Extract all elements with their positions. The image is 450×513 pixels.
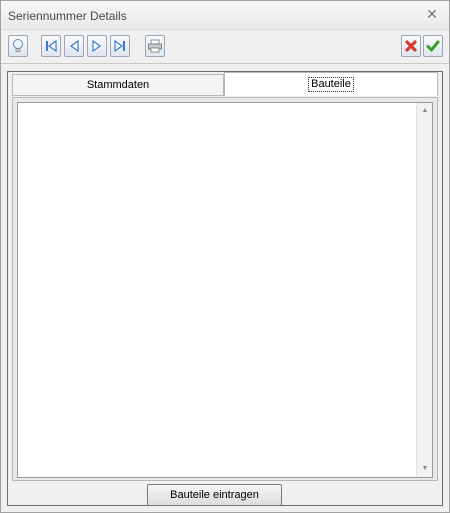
bauteile-eintragen-label: Bauteile eintragen: [170, 489, 259, 501]
hint-button[interactable]: [8, 35, 28, 57]
vertical-scrollbar[interactable]: ▲ ▼: [416, 103, 432, 477]
previous-record-icon: [69, 39, 79, 53]
title-bar: Seriennummer Details ✕: [1, 1, 449, 30]
confirm-button[interactable]: [423, 35, 443, 57]
next-record-icon: [92, 39, 102, 53]
bauteile-panel: ▲ ▼: [12, 97, 438, 481]
bauteile-list[interactable]: ▲ ▼: [17, 102, 433, 478]
lightbulb-icon: [13, 39, 23, 52]
tab-strip: Stammdaten Bauteile: [12, 72, 438, 97]
last-record-button[interactable]: [110, 35, 130, 57]
tab-stammdaten[interactable]: Stammdaten: [12, 74, 224, 96]
tab-bauteile-label: Bauteile: [308, 77, 354, 92]
tab-bauteile[interactable]: Bauteile: [224, 72, 438, 96]
print-button[interactable]: [145, 35, 165, 57]
last-record-icon: [114, 39, 125, 53]
tab-container: Stammdaten Bauteile ▲ ▼ Bauteile eintrag…: [7, 71, 443, 506]
first-record-icon: [46, 39, 57, 53]
scroll-down-icon[interactable]: ▼: [420, 464, 430, 474]
bauteile-eintragen-button[interactable]: Bauteile eintragen: [147, 484, 282, 506]
print-icon: [148, 39, 162, 53]
confirm-icon: [426, 40, 440, 52]
cancel-button[interactable]: [401, 35, 421, 57]
tab-stammdaten-label: Stammdaten: [86, 79, 150, 91]
previous-record-button[interactable]: [64, 35, 84, 57]
first-record-button[interactable]: [41, 35, 61, 57]
window-title: Seriennummer Details: [8, 9, 127, 23]
next-record-button[interactable]: [87, 35, 107, 57]
toolbar: [1, 30, 449, 64]
cancel-icon: [405, 40, 417, 52]
scroll-up-icon[interactable]: ▲: [420, 106, 430, 116]
dialog-window: Seriennummer Details ✕ Stammdaten Bautei…: [0, 0, 450, 513]
close-icon[interactable]: ✕: [424, 6, 440, 22]
